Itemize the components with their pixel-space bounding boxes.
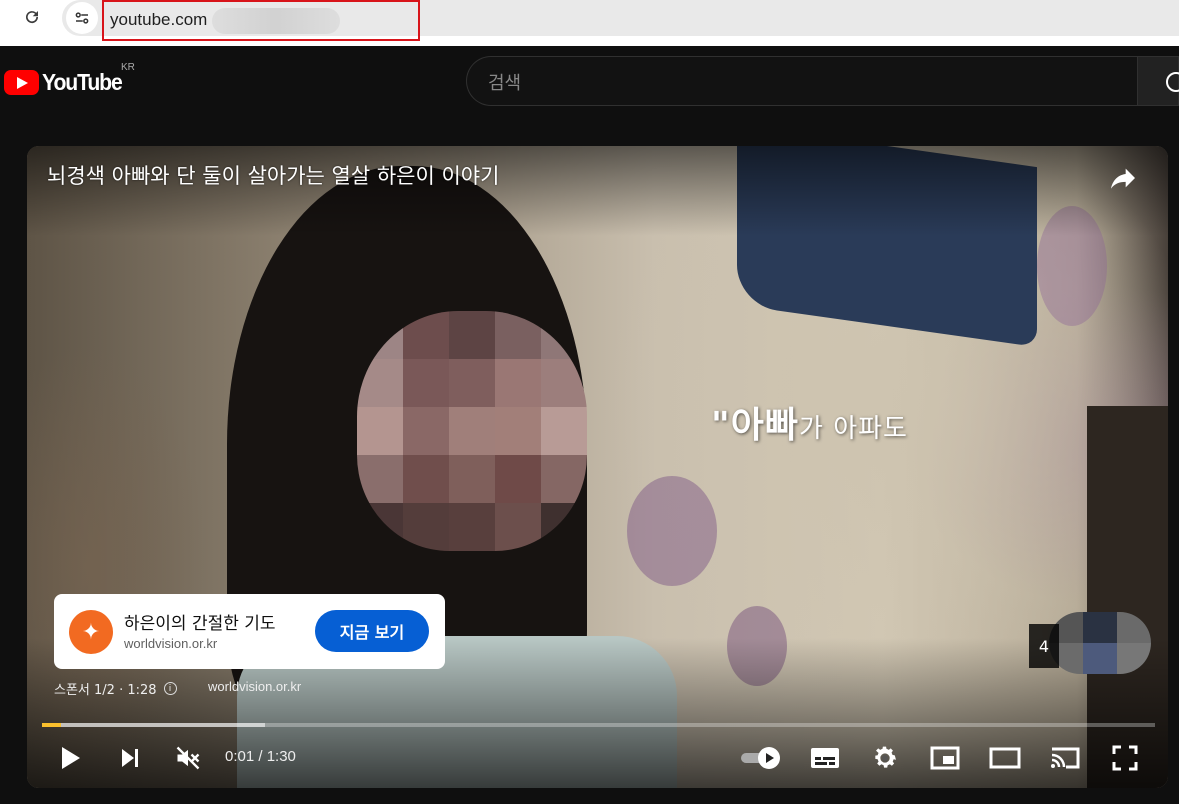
miniplayer-icon[interactable] — [925, 738, 965, 778]
url-redaction — [212, 8, 340, 34]
wall-stain — [627, 476, 717, 586]
ad-title[interactable]: 하은이의 간절한 기도 — [124, 609, 276, 634]
fullscreen-icon[interactable] — [1105, 738, 1145, 778]
next-icon[interactable] — [113, 738, 147, 778]
info-icon[interactable]: i — [163, 682, 177, 695]
video-title[interactable]: 뇌경색 아빠와 단 둘이 살아가는 열살 하은이 이야기 — [47, 160, 499, 190]
watch-now-button[interactable]: 지금 보기 — [315, 610, 429, 652]
autoplay-toggle-icon[interactable] — [737, 738, 785, 778]
sponsor-url[interactable]: worldvision.or.kr — [208, 679, 301, 694]
next-video-thumbnail[interactable] — [1049, 612, 1151, 674]
search-button[interactable] — [1137, 56, 1179, 106]
youtube-header: YouTube KR 검색 — [0, 46, 1179, 116]
subtitles-icon[interactable] — [805, 738, 845, 778]
sparkle-logo-icon: ✦ — [69, 610, 113, 654]
search-placeholder: 검색 — [488, 73, 522, 94]
volume-muted-icon[interactable] — [171, 738, 205, 778]
time-display: 0:01 / 1:30 — [225, 748, 296, 765]
url-text[interactable]: youtube.com — [110, 10, 207, 30]
progress-buffered — [42, 723, 265, 727]
cast-icon[interactable] — [1045, 738, 1085, 778]
tune-icon[interactable] — [66, 2, 98, 34]
search-icon — [1166, 72, 1179, 92]
search-input[interactable]: 검색 — [466, 56, 1138, 106]
theater-icon[interactable] — [985, 738, 1025, 778]
youtube-logo[interactable]: YouTube — [4, 69, 129, 96]
ad-card[interactable]: ✦ 하은이의 간절한 기도 worldvision.or.kr 지금 보기 — [54, 594, 445, 669]
youtube-play-logo-icon — [4, 70, 39, 95]
address-bar[interactable]: youtube.com — [62, 0, 1179, 41]
progress-played — [42, 723, 61, 727]
video-caption: "아빠가 아파도 — [711, 396, 908, 448]
caption-rest: 가 아파도 — [799, 414, 908, 444]
gear-icon[interactable] — [865, 738, 905, 778]
share-icon[interactable] — [1107, 162, 1139, 194]
logo-text: YouTube — [42, 69, 123, 95]
ad-url: worldvision.or.kr — [124, 636, 218, 651]
play-icon[interactable] — [53, 738, 87, 778]
sponsor-info: 스폰서 1/2 · 1:28 i — [54, 679, 177, 698]
caption-main: 아빠 — [730, 405, 800, 446]
sponsor-text: 스폰서 1/2 · 1:28 — [54, 683, 157, 698]
url-highlight: youtube.com — [102, 0, 420, 41]
pixelated-face — [357, 311, 587, 551]
browser-toolbar: youtube.com — [0, 0, 1179, 46]
caption-quote: " — [711, 405, 731, 446]
progress-bar[interactable] — [42, 723, 1155, 727]
reload-icon[interactable] — [20, 5, 44, 29]
video-player[interactable]: 뇌경색 아빠와 단 둘이 살아가는 열살 하은이 이야기 "아빠가 아파도 ✦ … — [27, 146, 1168, 788]
skip-countdown[interactable]: 4 — [1029, 624, 1059, 668]
region-code: KR — [121, 62, 135, 73]
